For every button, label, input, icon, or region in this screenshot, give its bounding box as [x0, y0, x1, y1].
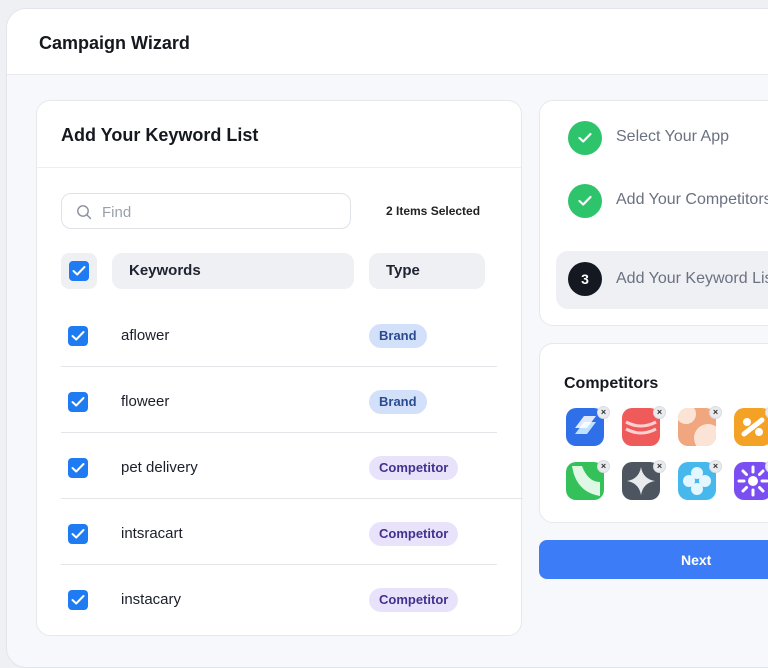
check-icon [578, 195, 592, 206]
remove-competitor-button[interactable]: × [709, 406, 722, 419]
type-badge: Competitor [369, 456, 459, 480]
type-badge: Brand [369, 324, 427, 348]
selected-count: 2 Items Selected [386, 204, 481, 218]
wizard-steps-card: Select Your App Add Your Competitors 3 A… [539, 100, 768, 326]
keyword-text: pet delivery [121, 459, 198, 476]
search-input[interactable] [102, 200, 342, 224]
keyword-text: instacary [121, 591, 182, 608]
competitors-card: Competitors × × × × × × × [539, 343, 768, 523]
check-icon [71, 529, 85, 539]
step-select-app[interactable]: Select Your App [556, 109, 768, 167]
campaign-wizard-window: Campaign Wizard Add Your Keyword List 2 … [6, 8, 768, 668]
remove-competitor-button[interactable]: × [653, 406, 666, 419]
table-row[interactable]: aflower Brand [61, 303, 497, 369]
keyword-text: aflower [121, 327, 170, 344]
row-checkbox[interactable] [68, 392, 88, 412]
keyword-text: intsracart [121, 525, 183, 542]
step-label: Add Your Keyword List [616, 270, 768, 287]
row-checkbox[interactable] [68, 458, 88, 478]
keyword-list-header: Add Your Keyword List [37, 101, 521, 168]
step-label: Select Your App [616, 128, 729, 145]
select-all-cell [61, 253, 97, 289]
purple-burst-app-icon [734, 462, 768, 500]
keyword-text: floweer [121, 393, 170, 410]
type-badge: Competitor [369, 588, 459, 612]
next-button[interactable]: Next [539, 540, 768, 579]
type-badge: Competitor [369, 522, 459, 546]
remove-competitor-button[interactable]: × [597, 460, 610, 473]
remove-competitor-button[interactable]: × [597, 406, 610, 419]
check-icon [71, 331, 85, 341]
window-header: Campaign Wizard [7, 9, 768, 75]
column-header-keywords[interactable]: Keywords [112, 253, 354, 289]
competitors-title: Competitors [564, 375, 659, 392]
select-all-checkbox[interactable] [69, 261, 89, 281]
keyword-list-title: Add Your Keyword List [61, 125, 259, 145]
step-add-keyword-list[interactable]: 3 Add Your Keyword List [556, 251, 768, 309]
search-box[interactable] [61, 193, 351, 229]
row-divider [61, 432, 497, 433]
column-header-type[interactable]: Type [369, 253, 485, 289]
check-icon [71, 595, 85, 605]
table-row[interactable]: pet delivery Competitor [61, 435, 497, 501]
type-badge: Brand [369, 390, 427, 414]
check-icon [71, 463, 85, 473]
table-row[interactable]: intsracart Competitor [61, 501, 497, 567]
remove-competitor-button[interactable]: × [709, 460, 722, 473]
step-add-competitors[interactable]: Add Your Competitors [556, 172, 768, 230]
row-checkbox[interactable] [68, 326, 88, 346]
row-divider [61, 366, 497, 367]
row-checkbox[interactable] [68, 524, 88, 544]
step-done-indicator [568, 184, 602, 218]
remove-competitor-button[interactable]: × [653, 460, 666, 473]
search-icon [77, 205, 92, 220]
keyword-list-card: Add Your Keyword List 2 Items Selected K… [36, 100, 523, 636]
table-row[interactable]: floweer Brand [61, 369, 497, 435]
check-icon [578, 132, 592, 143]
row-divider [61, 564, 497, 565]
table-row[interactable]: instacary Competitor [61, 567, 497, 633]
step-label: Add Your Competitors [616, 191, 768, 208]
step-number: 3 [568, 262, 602, 296]
window-title: Campaign Wizard [39, 33, 190, 53]
row-checkbox[interactable] [68, 590, 88, 610]
step-done-indicator [568, 121, 602, 155]
check-icon [71, 397, 85, 407]
orange-chain-app-icon [734, 408, 768, 446]
check-icon [72, 266, 86, 276]
row-divider [61, 498, 523, 499]
